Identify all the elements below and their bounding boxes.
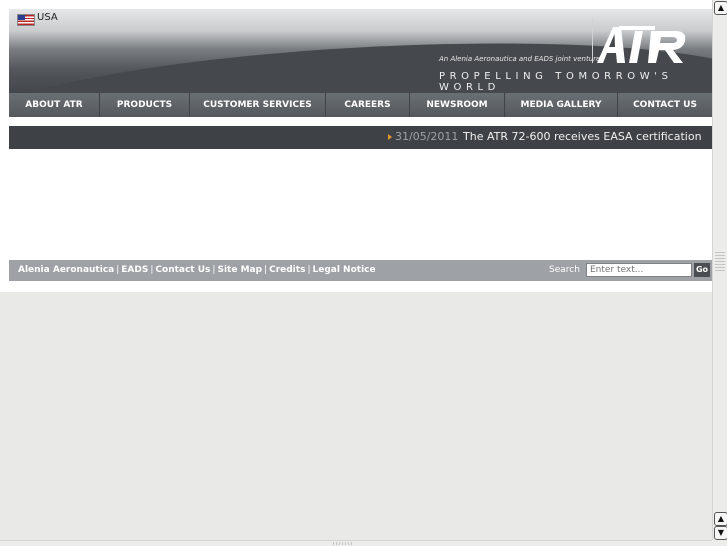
nav-item-about-atr[interactable]: ABOUT ATR	[9, 93, 100, 117]
news-ticker: 31/05/2011 The ATR 72-600 receives EASA …	[9, 126, 712, 149]
ticker-headline-link[interactable]: The ATR 72-600 receives EASA certificati…	[463, 130, 702, 143]
search-go-button[interactable]: Go	[694, 263, 710, 277]
atr-logo[interactable]	[595, 23, 691, 65]
footer-separator: |	[116, 265, 120, 275]
scrollbar-corner	[712, 540, 727, 545]
nav-item-careers[interactable]: CAREERS	[326, 93, 410, 117]
logo-divider	[592, 19, 593, 63]
nav-item-media-gallery[interactable]: MEDIA GALLERY	[505, 93, 618, 117]
footer-link-contact-us[interactable]: Contact Us	[155, 265, 210, 275]
vertical-scrollbar[interactable]: ▲ ▲ ▼	[712, 0, 727, 540]
footer-separator: |	[307, 265, 311, 275]
page-container: USA An Alenia Aeronautica and EADS joint…	[0, 9, 712, 292]
footer-separator: |	[150, 265, 154, 275]
footer-links: Alenia Aeronautica | EADS | Contact Us |…	[18, 265, 376, 275]
nav-item-newsroom[interactable]: NEWSROOM	[410, 93, 505, 117]
top-strip	[0, 0, 712, 9]
footer-link-alenia[interactable]: Alenia Aeronautica	[18, 265, 114, 275]
site-header: USA An Alenia Aeronautica and EADS joint…	[9, 9, 712, 93]
header-tagline: An Alenia Aeronautica and EADS joint ven…	[439, 55, 601, 63]
scroll-up-icon[interactable]: ▲	[714, 1, 727, 15]
search-input[interactable]	[586, 263, 692, 277]
nav-item-contact-us[interactable]: CONTACT US	[618, 93, 712, 117]
site-footer: Alenia Aeronautica | EADS | Contact Us |…	[9, 260, 712, 281]
search-label: Search	[549, 265, 580, 275]
header-slogan: PROPELLING TOMORROW'S WORLD	[439, 71, 673, 93]
scrollbar-grip[interactable]	[715, 252, 725, 272]
footer-separator: |	[212, 265, 216, 275]
nav-item-customer-services[interactable]: CUSTOMER SERVICES	[190, 93, 326, 117]
country-selector[interactable]: USA	[37, 12, 58, 23]
footer-link-legal-notice[interactable]: Legal Notice	[312, 265, 375, 275]
horizontal-scrollbar[interactable]	[0, 540, 712, 546]
nav-item-products[interactable]: PRODUCTS	[100, 93, 190, 117]
us-flag-icon[interactable]	[17, 14, 35, 26]
footer-link-credits[interactable]: Credits	[269, 265, 305, 275]
footer-link-site-map[interactable]: Site Map	[217, 265, 262, 275]
main-nav: ABOUT ATR PRODUCTS CUSTOMER SERVICES CAR…	[9, 93, 712, 117]
scroll-down-icon[interactable]: ▼	[714, 526, 727, 540]
footer-separator: |	[264, 265, 268, 275]
ticker-date: 31/05/2011	[395, 130, 459, 143]
scroll-up-icon[interactable]: ▲	[714, 512, 727, 526]
footer-link-eads[interactable]: EADS	[121, 265, 148, 275]
arrow-right-icon	[388, 134, 392, 140]
